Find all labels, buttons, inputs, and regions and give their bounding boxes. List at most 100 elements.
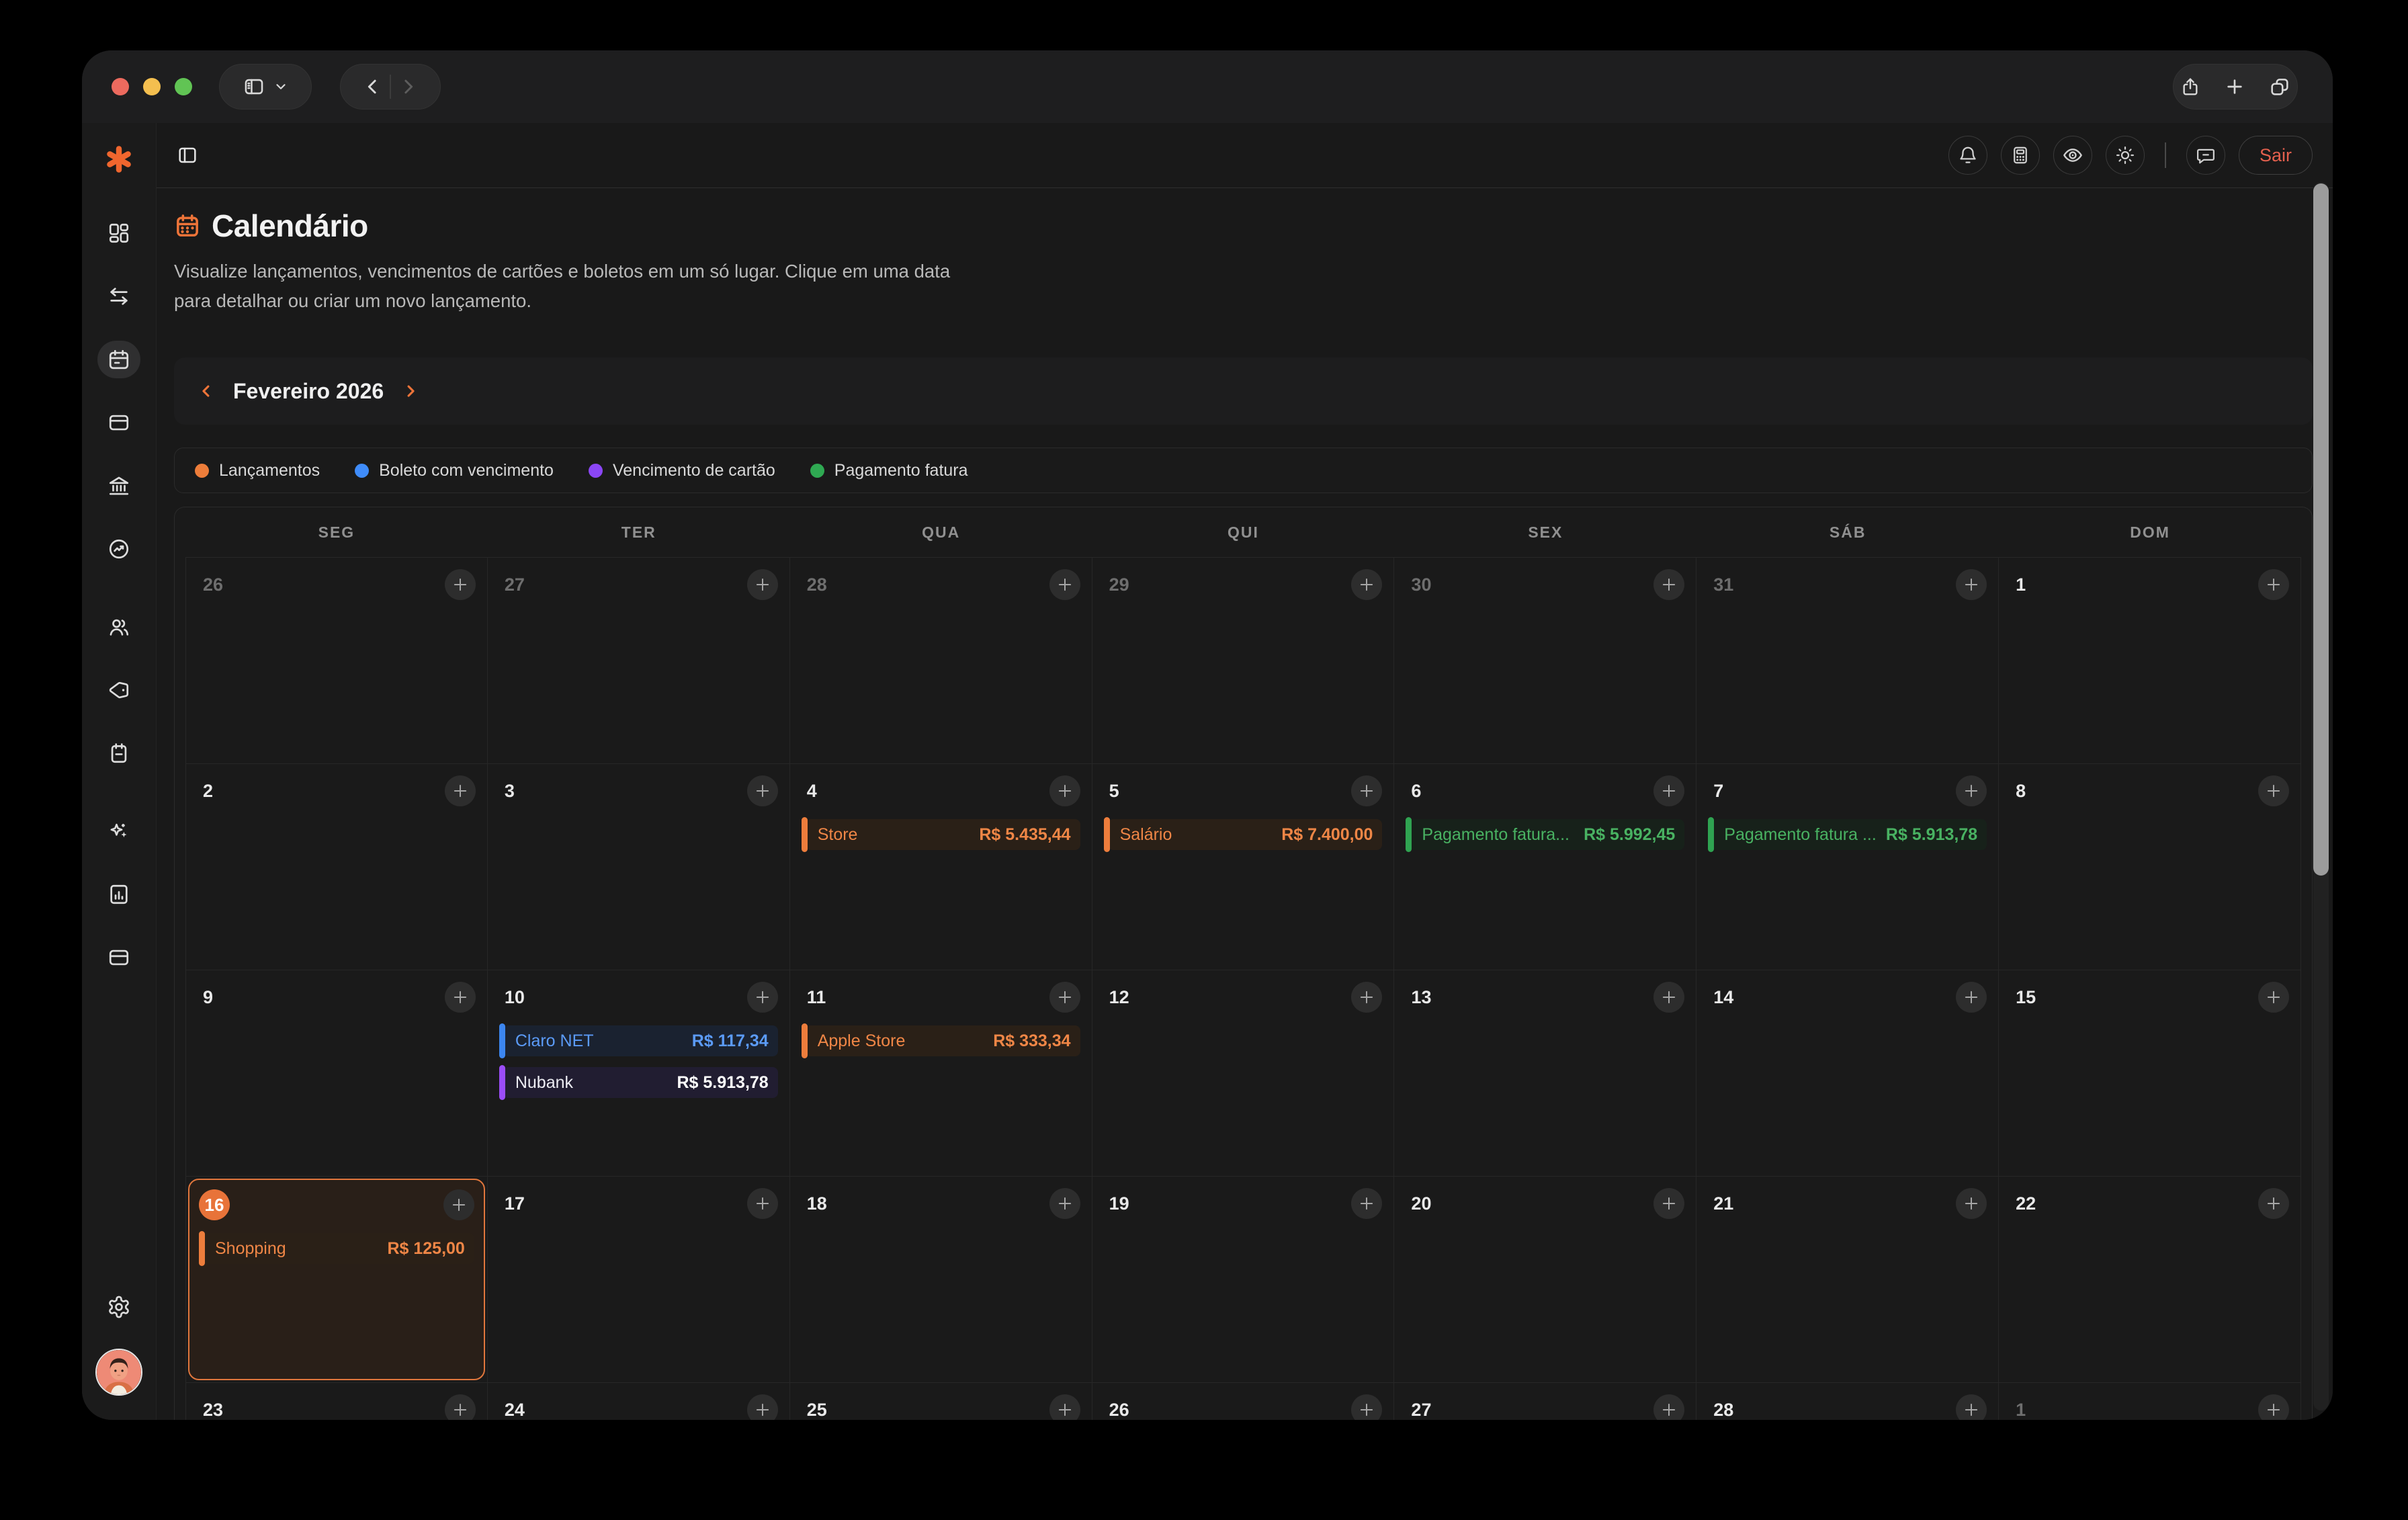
calendar-cell-day-27[interactable]: 27	[1394, 1383, 1696, 1420]
calendar-event[interactable]: SalárioR$ 7.400,00	[1104, 817, 1383, 852]
add-event-button[interactable]	[1956, 569, 1987, 600]
add-event-button[interactable]	[2258, 1394, 2289, 1420]
calendar-cell-day-4[interactable]: 4StoreR$ 5.435,44	[790, 764, 1092, 970]
scrollbar-thumb[interactable]	[2313, 183, 2329, 876]
calendar-cell-day-23[interactable]: 23	[185, 1383, 488, 1420]
calendar-cell-day-19[interactable]: 19	[1092, 1177, 1395, 1383]
add-event-button[interactable]	[1351, 1394, 1382, 1420]
previous-month-button[interactable]	[197, 382, 216, 400]
panel-collapse-icon[interactable]	[177, 144, 198, 166]
calendar-event[interactable]: Pagamento fatura ...R$ 5.913,78	[1708, 817, 1987, 852]
add-event-button[interactable]	[1653, 982, 1684, 1013]
feedback-button[interactable]	[2186, 136, 2225, 175]
calendar-cell-day-28[interactable]: 28	[1696, 1383, 1999, 1420]
add-event-button[interactable]	[1653, 569, 1684, 600]
calendar-cell-day-26[interactable]: 26	[185, 558, 488, 764]
back-button[interactable]	[363, 77, 383, 97]
forward-button[interactable]	[398, 77, 418, 97]
add-event-button[interactable]	[1351, 775, 1382, 806]
calendar-event[interactable]: Apple StoreR$ 333,34	[802, 1023, 1080, 1058]
calendar-cell-day-1[interactable]: 1	[1999, 558, 2301, 764]
calendar-cell-day-29[interactable]: 29	[1092, 558, 1395, 764]
zoom-window-button[interactable]	[175, 78, 192, 95]
add-event-button[interactable]	[2258, 775, 2289, 806]
next-month-button[interactable]	[401, 382, 420, 400]
calendar-cell-day-6[interactable]: 6Pagamento fatura...R$ 5.992,45	[1394, 764, 1696, 970]
calendar-cell-day-30[interactable]: 30	[1394, 558, 1696, 764]
calendar-cell-day-14[interactable]: 14	[1696, 970, 1999, 1177]
add-event-button[interactable]	[1049, 775, 1080, 806]
theme-toggle-button[interactable]	[2106, 136, 2145, 175]
sidebar-item-accounts[interactable]	[97, 939, 140, 976]
sidebar-item-calendar[interactable]	[97, 341, 140, 378]
calendar-event[interactable]: Pagamento fatura...R$ 5.992,45	[1406, 817, 1684, 852]
add-event-button[interactable]	[445, 569, 476, 600]
add-event-button[interactable]	[1351, 982, 1382, 1013]
calendar-cell-day-21[interactable]: 21	[1696, 1177, 1999, 1383]
add-event-button[interactable]	[1653, 1394, 1684, 1420]
add-event-button[interactable]	[1653, 775, 1684, 806]
sidebar-item-tags[interactable]	[97, 671, 140, 709]
calendar-cell-day-26[interactable]: 26	[1092, 1383, 1395, 1420]
sidebar-item-transactions[interactable]	[97, 278, 140, 315]
calendar-cell-day-28[interactable]: 28	[790, 558, 1092, 764]
calendar-cell-day-2[interactable]: 2	[185, 764, 488, 970]
calendar-cell-day-12[interactable]: 12	[1092, 970, 1395, 1177]
add-event-button[interactable]	[1956, 982, 1987, 1013]
add-event-button[interactable]	[1049, 569, 1080, 600]
add-event-button[interactable]	[2258, 982, 2289, 1013]
calendar-cell-day-11[interactable]: 11Apple StoreR$ 333,34	[790, 970, 1092, 1177]
app-logo-icon[interactable]	[104, 144, 134, 174]
add-event-button[interactable]	[445, 982, 476, 1013]
sidebar-item-contacts[interactable]	[97, 608, 140, 646]
calendar-cell-day-20[interactable]: 20	[1394, 1177, 1696, 1383]
calculator-button[interactable]	[2001, 136, 2040, 175]
calendar-event[interactable]: NubankR$ 5.913,78	[499, 1065, 778, 1100]
add-event-button[interactable]	[1351, 1188, 1382, 1219]
add-event-button[interactable]	[2258, 1188, 2289, 1219]
calendar-cell-day-13[interactable]: 13	[1394, 970, 1696, 1177]
close-window-button[interactable]	[112, 78, 129, 95]
logout-button[interactable]: Sair	[2239, 136, 2313, 175]
sidebar-item-planner[interactable]	[97, 734, 140, 772]
calendar-cell-day-22[interactable]: 22	[1999, 1177, 2301, 1383]
calendar-cell-day-25[interactable]: 25	[790, 1383, 1092, 1420]
calendar-cell-day-7[interactable]: 7Pagamento fatura ...R$ 5.913,78	[1696, 764, 1999, 970]
settings-gear-icon[interactable]	[97, 1288, 140, 1326]
calendar-cell-day-15[interactable]: 15	[1999, 970, 2301, 1177]
add-event-button[interactable]	[747, 775, 778, 806]
add-event-button[interactable]	[443, 1189, 474, 1220]
add-event-button[interactable]	[1049, 982, 1080, 1013]
add-event-button[interactable]	[1351, 569, 1382, 600]
calendar-cell-day-16[interactable]: 16ShoppingR$ 125,00	[185, 1177, 488, 1383]
add-event-button[interactable]	[1956, 775, 1987, 806]
sidebar-item-investments[interactable]	[97, 530, 140, 568]
add-event-button[interactable]	[747, 569, 778, 600]
notifications-button[interactable]	[1948, 136, 1987, 175]
calendar-cell-day-8[interactable]: 8	[1999, 764, 2301, 970]
calendar-cell-day-9[interactable]: 9	[185, 970, 488, 1177]
calendar-cell-day-18[interactable]: 18	[790, 1177, 1092, 1383]
calendar-cell-day-1[interactable]: 1	[1999, 1383, 2301, 1420]
calendar-event[interactable]: StoreR$ 5.435,44	[802, 817, 1080, 852]
add-event-button[interactable]	[2258, 569, 2289, 600]
sidebar-item-ai-assistant[interactable]	[97, 812, 140, 850]
calendar-cell-day-17[interactable]: 17	[488, 1177, 790, 1383]
add-event-button[interactable]	[1956, 1188, 1987, 1219]
calendar-event[interactable]: ShoppingR$ 125,00	[199, 1231, 474, 1266]
add-event-button[interactable]	[747, 1188, 778, 1219]
calendar-cell-day-10[interactable]: 10Claro NETR$ 117,34NubankR$ 5.913,78	[488, 970, 790, 1177]
add-event-button[interactable]	[1956, 1394, 1987, 1420]
calendar-cell-day-31[interactable]: 31	[1696, 558, 1999, 764]
add-event-button[interactable]	[747, 982, 778, 1013]
add-event-button[interactable]	[747, 1394, 778, 1420]
sidebar-item-bank[interactable]	[97, 467, 140, 505]
minimize-window-button[interactable]	[143, 78, 161, 95]
calendar-cell-day-27[interactable]: 27	[488, 558, 790, 764]
calendar-cell-day-24[interactable]: 24	[488, 1383, 790, 1420]
add-event-button[interactable]	[1653, 1188, 1684, 1219]
share-icon[interactable]	[2180, 76, 2201, 97]
add-event-button[interactable]	[1049, 1188, 1080, 1219]
add-event-button[interactable]	[445, 1394, 476, 1420]
tab-overview-icon[interactable]	[2268, 75, 2291, 98]
